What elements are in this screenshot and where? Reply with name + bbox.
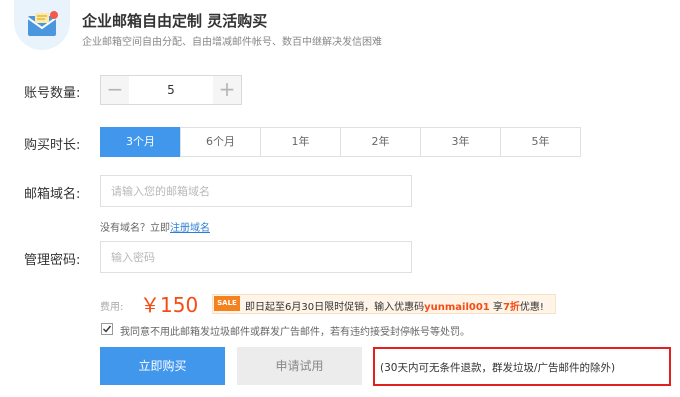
buy-now-button[interactable]: 立即购买 (100, 347, 225, 385)
envelope-icon (27, 11, 58, 36)
sale-badge: SALE (214, 296, 240, 311)
price-value: ￥150 (140, 293, 199, 317)
apply-trial-button[interactable]: 申请试用 (237, 347, 362, 385)
register-domain-link[interactable]: 注册域名 (170, 223, 210, 234)
tab-3-years[interactable]: 3年 (420, 127, 501, 157)
increment-button[interactable]: + (213, 76, 241, 104)
mail-logo (14, 0, 70, 50)
quantity-value[interactable]: 5 (130, 76, 212, 104)
duration-label: 购买时长: (24, 138, 81, 153)
agreement-text: 我同意不用此邮箱发垃圾邮件或群发广告邮件，若有违约接受封停帐号等处罚。 (120, 327, 470, 338)
promo-text: 即日起至6月30日限时促销，输入优惠码yunmail001 享7折优惠! (245, 298, 544, 313)
domain-input[interactable] (100, 175, 412, 207)
tab-1-year[interactable]: 1年 (260, 127, 341, 157)
domain-hint: 没有域名？立即注册域名 (100, 219, 210, 234)
promo-text-before: 即日起至6月30日限时促销，输入优惠码 (245, 302, 425, 313)
fee-label: 费用: (100, 302, 124, 313)
page-title: 企业邮箱自由定制 灵活购买 (82, 12, 268, 30)
page-subtitle: 企业邮箱空间自由分配、自由增减邮件帐号、数百中继解决发信困难 (82, 37, 382, 48)
promo-code: yunmail001 (424, 302, 490, 313)
decrement-button[interactable]: − (101, 76, 129, 104)
password-input[interactable] (100, 241, 412, 273)
promo-text-mid: 享 (489, 302, 503, 313)
promo-discount: 7折 (502, 302, 520, 313)
checkmark-icon (103, 325, 112, 333)
password-label: 管理密码: (24, 253, 81, 268)
duration-tabs: 3个月 6个月 1年 2年 3年 5年 (100, 127, 581, 157)
tab-6-months[interactable]: 6个月 (180, 127, 261, 157)
promo-text-after: 优惠! (519, 302, 544, 313)
domain-label: 邮箱域名: (24, 187, 81, 202)
tab-3-months[interactable]: 3个月 (100, 127, 181, 157)
domain-hint-text: 没有域名？立即 (100, 223, 170, 234)
refund-notice-text: (30天内可无条件退款，群发垃圾/广告邮件的除外) (380, 362, 616, 374)
tab-5-years[interactable]: 5年 (500, 127, 581, 157)
account-count-label: 账号数量: (24, 86, 81, 101)
agreement-checkbox[interactable] (101, 323, 113, 335)
tab-2-years[interactable]: 2年 (340, 127, 421, 157)
